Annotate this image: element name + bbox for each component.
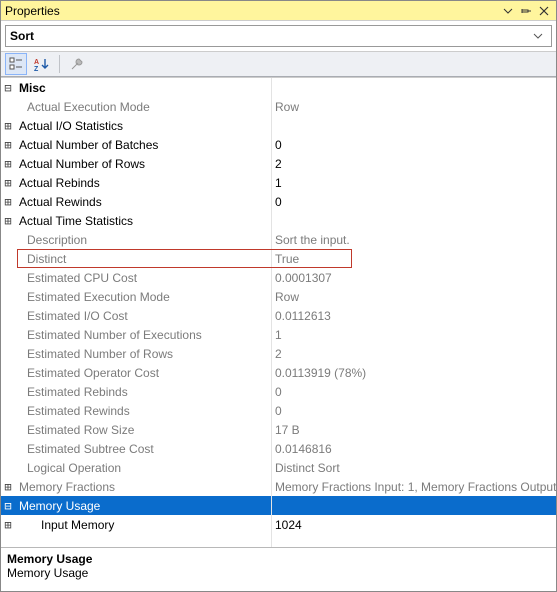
property-value: 0.0146816	[271, 442, 556, 456]
property-row-actual-exec-mode[interactable]: Actual Execution ModeRow	[1, 97, 556, 116]
property-label: Estimated Rebinds	[15, 385, 271, 399]
property-label: Actual Rebinds	[15, 176, 271, 190]
svg-text:Z: Z	[34, 66, 39, 71]
property-row-est-rewinds[interactable]: Estimated Rewinds0	[1, 401, 556, 420]
property-label: Memory Usage	[15, 499, 271, 513]
collapse-icon[interactable]: ⊟	[1, 81, 15, 95]
dropdown-icon[interactable]	[500, 3, 516, 19]
property-label: Distinct	[15, 252, 271, 266]
property-row-logical-op[interactable]: Logical OperationDistinct Sort	[1, 458, 556, 477]
property-row-est-num-exec[interactable]: Estimated Number of Executions1	[1, 325, 556, 344]
property-label: Estimated Number of Rows	[15, 347, 271, 361]
property-row-est-exec-mode[interactable]: Estimated Execution ModeRow	[1, 287, 556, 306]
column-divider[interactable]	[271, 78, 272, 547]
property-label: Actual Time Statistics	[15, 214, 271, 228]
property-row-mem-usage[interactable]: ⊟Memory Usage	[1, 496, 556, 515]
property-value: 0.0001307	[271, 271, 556, 285]
property-value: Row	[271, 290, 556, 304]
chevron-down-icon[interactable]	[533, 31, 547, 41]
property-value: Sort the input.	[271, 233, 556, 247]
property-label: Input Memory	[15, 518, 271, 532]
property-value: 0	[271, 404, 556, 418]
property-label: Estimated Number of Executions	[15, 328, 271, 342]
object-selector[interactable]: Sort	[5, 25, 552, 47]
close-icon[interactable]	[536, 3, 552, 19]
property-row-actual-rows[interactable]: ⊞Actual Number of Rows2	[1, 154, 556, 173]
toolbar: A Z	[1, 51, 556, 77]
property-row-est-subtree-cost[interactable]: Estimated Subtree Cost0.0146816	[1, 439, 556, 458]
property-label: Estimated I/O Cost	[15, 309, 271, 323]
property-label: Estimated Execution Mode	[15, 290, 271, 304]
pin-icon[interactable]	[518, 3, 534, 19]
property-value: 0	[271, 385, 556, 399]
property-row-est-rebinds[interactable]: Estimated Rebinds0	[1, 382, 556, 401]
description-pane: Memory Usage Memory Usage	[1, 547, 556, 591]
property-row-input-memory[interactable]: ⊞Input Memory1024	[1, 515, 556, 534]
property-label: Estimated Row Size	[15, 423, 271, 437]
property-row-actual-rewinds[interactable]: ⊞Actual Rewinds0	[1, 192, 556, 211]
titlebar: Properties	[1, 1, 556, 21]
expand-icon[interactable]: ⊞	[1, 138, 15, 152]
alphabetical-button[interactable]: A Z	[31, 53, 53, 75]
property-label: Estimated Operator Cost	[15, 366, 271, 380]
property-row-actual-time-stats[interactable]: ⊞Actual Time Statistics	[1, 211, 556, 230]
property-value: 0	[271, 138, 556, 152]
svg-text:A: A	[34, 59, 39, 66]
property-row-actual-batches[interactable]: ⊞Actual Number of Batches0	[1, 135, 556, 154]
property-value: 0.0112613	[271, 309, 556, 323]
property-label: Actual Number of Batches	[15, 138, 271, 152]
property-value: True	[271, 252, 556, 266]
property-value: 2	[271, 347, 556, 361]
window-title: Properties	[5, 4, 498, 18]
properties-panel: Properties Sort A Z	[0, 0, 557, 592]
categorized-button[interactable]	[5, 53, 27, 75]
property-label: Estimated CPU Cost	[15, 271, 271, 285]
property-row-est-num-rows[interactable]: Estimated Number of Rows2	[1, 344, 556, 363]
property-row-est-row-size[interactable]: Estimated Row Size17 B	[1, 420, 556, 439]
property-label: Actual Rewinds	[15, 195, 271, 209]
property-value: 0	[271, 195, 556, 209]
category-row-misc[interactable]: ⊟ Misc	[1, 78, 556, 97]
object-name: Sort	[10, 29, 533, 43]
expand-icon[interactable]: ⊞	[1, 119, 15, 133]
property-label: Estimated Rewinds	[15, 404, 271, 418]
expand-icon[interactable]: ⊞	[1, 518, 15, 532]
description-body: Memory Usage	[7, 566, 550, 580]
property-row-description[interactable]: DescriptionSort the input.	[1, 230, 556, 249]
property-grid: ⊟ Misc Actual Execution ModeRow⊞Actual I…	[1, 77, 556, 547]
property-value: Distinct Sort	[271, 461, 556, 475]
expand-icon[interactable]: ⊞	[1, 214, 15, 228]
property-row-mem-fractions[interactable]: ⊞Memory FractionsMemory Fractions Input:…	[1, 477, 556, 496]
property-row-actual-io-stats[interactable]: ⊞Actual I/O Statistics	[1, 116, 556, 135]
property-row-est-cpu-cost[interactable]: Estimated CPU Cost0.0001307	[1, 268, 556, 287]
wrench-icon[interactable]	[66, 53, 88, 75]
property-label: Actual I/O Statistics	[15, 119, 271, 133]
description-title: Memory Usage	[7, 552, 550, 566]
property-value: Memory Fractions Input: 1, Memory Fracti…	[271, 480, 556, 494]
property-value: 0.0113919 (78%)	[271, 366, 556, 380]
property-value: Row	[271, 100, 556, 114]
expand-icon[interactable]: ⊞	[1, 176, 15, 190]
expand-icon[interactable]: ⊞	[1, 480, 15, 494]
collapse-icon[interactable]: ⊟	[1, 499, 15, 513]
expand-icon[interactable]: ⊞	[1, 157, 15, 171]
property-row-est-op-cost[interactable]: Estimated Operator Cost0.0113919 (78%)	[1, 363, 556, 382]
expand-icon[interactable]: ⊞	[1, 195, 15, 209]
property-label: Logical Operation	[15, 461, 271, 475]
toolbar-separator	[59, 55, 60, 73]
property-value: 17 B	[271, 423, 556, 437]
property-label: Actual Number of Rows	[15, 157, 271, 171]
property-label: Memory Fractions	[15, 480, 271, 494]
category-label: Misc	[15, 81, 271, 95]
property-row-est-io-cost[interactable]: Estimated I/O Cost0.0112613	[1, 306, 556, 325]
property-label: Actual Execution Mode	[15, 100, 271, 114]
property-row-actual-rebinds[interactable]: ⊞Actual Rebinds1	[1, 173, 556, 192]
property-row-distinct[interactable]: DistinctTrue	[1, 249, 556, 268]
property-value: 2	[271, 157, 556, 171]
property-label: Description	[15, 233, 271, 247]
property-value: 1024	[271, 518, 556, 532]
property-value: 1	[271, 176, 556, 190]
property-value: 1	[271, 328, 556, 342]
property-label: Estimated Subtree Cost	[15, 442, 271, 456]
